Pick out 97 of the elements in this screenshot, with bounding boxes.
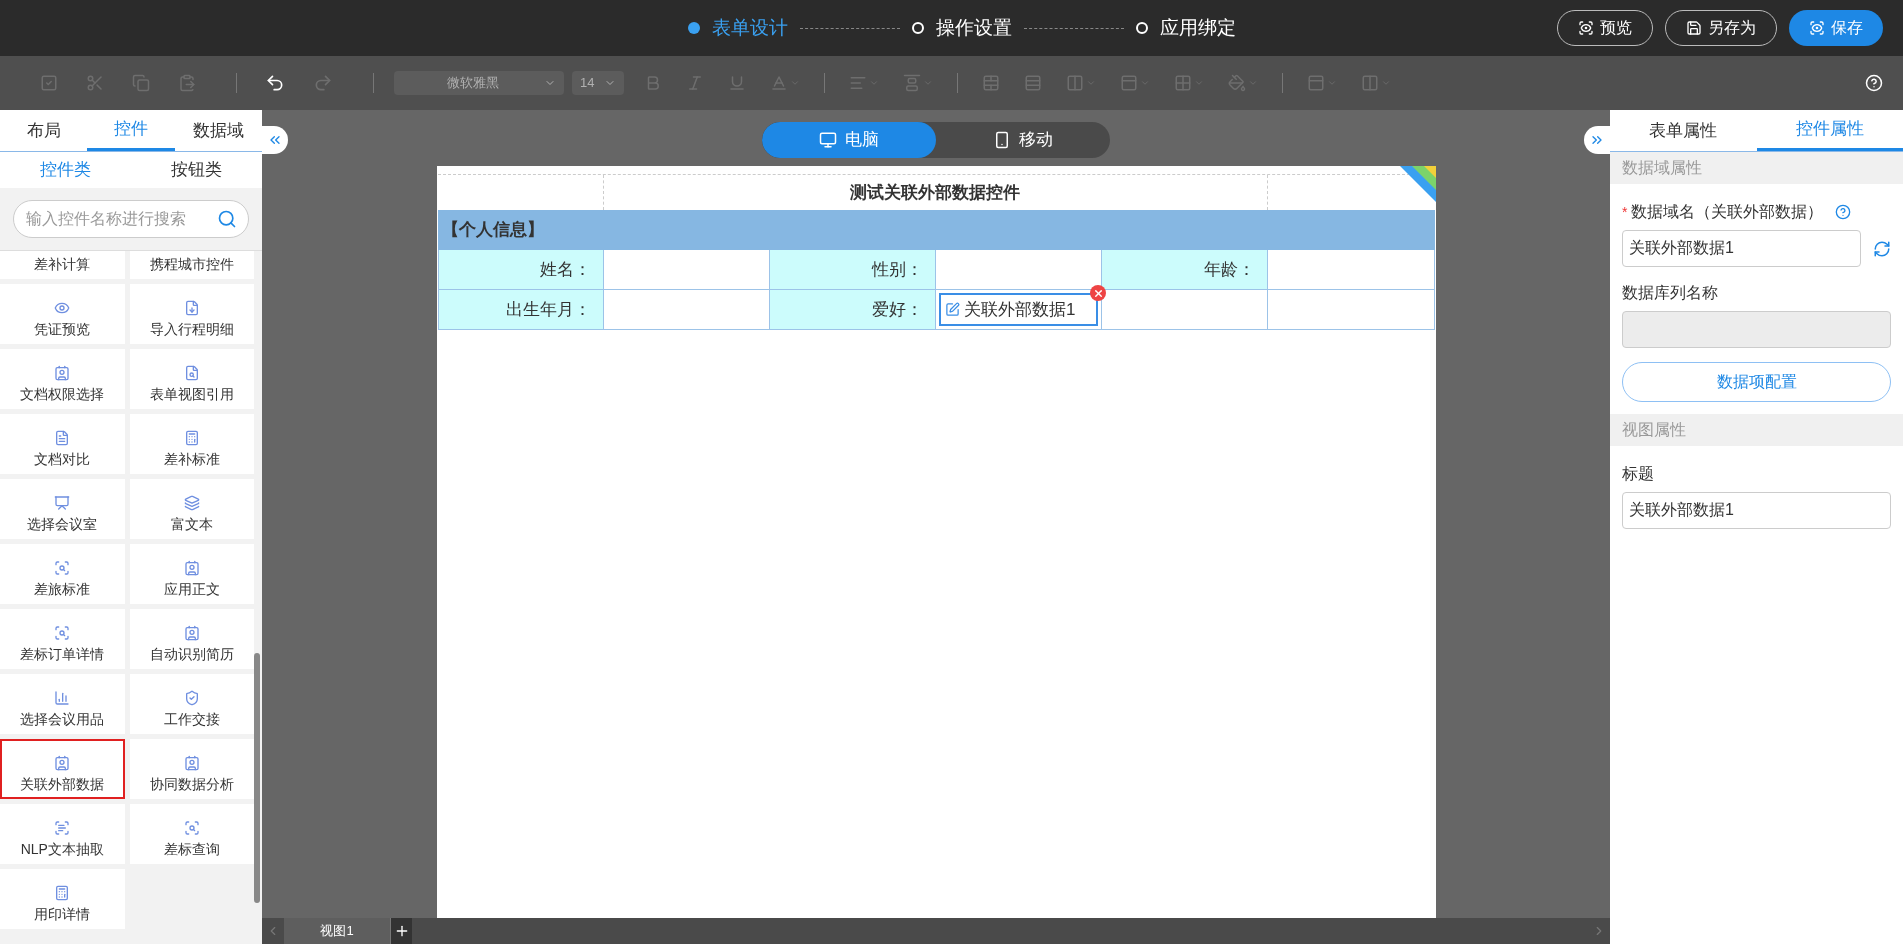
input-cell[interactable] bbox=[1268, 250, 1435, 290]
eye-frame-icon bbox=[1809, 20, 1825, 36]
label-cell: 姓名： bbox=[437, 250, 604, 290]
text-field[interactable]: 关联外部数据1 bbox=[1622, 492, 1891, 529]
bar-chart-icon bbox=[54, 690, 71, 706]
control-item[interactable]: 凭证预览 bbox=[0, 284, 125, 344]
edit-icon bbox=[945, 302, 960, 317]
input-cell[interactable] bbox=[1102, 290, 1269, 330]
text-scan-icon bbox=[54, 820, 71, 836]
eye-icon bbox=[54, 300, 71, 316]
panel-icon bbox=[1361, 74, 1379, 92]
lock-refresh-icon[interactable] bbox=[1873, 239, 1891, 258]
panel-tab[interactable]: 控件 bbox=[87, 110, 175, 151]
control-item[interactable]: 差旅标准 bbox=[0, 544, 125, 604]
label-cell: 出生年月： bbox=[437, 290, 604, 330]
panel-tab[interactable]: 数据域 bbox=[174, 110, 262, 151]
id-card-icon bbox=[183, 755, 200, 771]
align-top-icon bbox=[903, 74, 921, 92]
monitor-icon bbox=[819, 131, 837, 149]
linked-data-control[interactable]: 关联外部数据1 bbox=[939, 293, 1099, 326]
search-field[interactable]: 输入控件名称进行搜索 bbox=[13, 200, 249, 238]
corner-mark bbox=[1399, 166, 1436, 202]
search-frame-icon bbox=[54, 625, 71, 641]
control-item[interactable]: 选择会议用品 bbox=[0, 674, 125, 734]
control-item[interactable]: 差标查询 bbox=[129, 804, 254, 864]
insert-column-icon bbox=[1066, 74, 1084, 92]
control-item[interactable]: 表单视图引用 bbox=[129, 349, 254, 409]
scrollbar[interactable] bbox=[254, 653, 260, 903]
id-card-icon bbox=[183, 625, 200, 641]
input-cell[interactable] bbox=[603, 250, 770, 290]
control-item[interactable]: NLP文本抽取 bbox=[0, 804, 125, 864]
control-item[interactable]: 自动识别简历 bbox=[129, 609, 254, 669]
file-view-icon bbox=[183, 365, 200, 381]
align-left-icon bbox=[849, 74, 867, 92]
control-item[interactable]: 导入行程明细 bbox=[129, 284, 254, 344]
control-item[interactable]: 协同数据分析 bbox=[129, 739, 254, 799]
border-icon bbox=[1174, 74, 1192, 92]
panel-tab[interactable]: 表单属性 bbox=[1610, 110, 1757, 151]
field-label: 数据域名（关联外部数据） bbox=[1631, 202, 1824, 222]
required-mark: * bbox=[1622, 202, 1628, 222]
eye-frame-icon bbox=[1578, 20, 1594, 36]
input-cell[interactable] bbox=[603, 290, 770, 330]
form-title: 测试关联外部数据控件 bbox=[850, 181, 1021, 204]
control-item[interactable]: 关联外部数据 bbox=[0, 739, 125, 799]
control-item[interactable]: 差补计算 bbox=[0, 251, 125, 279]
text-field[interactable]: 关联外部数据1 bbox=[1622, 230, 1861, 267]
remove-icon[interactable] bbox=[1090, 285, 1107, 301]
presentation-icon bbox=[54, 495, 71, 511]
control-item[interactable]: 携程城市控件 bbox=[129, 251, 254, 279]
expand-right-button[interactable] bbox=[1584, 126, 1610, 154]
fill-icon bbox=[1228, 74, 1246, 92]
device-tab[interactable]: 电脑 bbox=[762, 122, 936, 158]
step-tab[interactable]: 操作设置 bbox=[911, 13, 1012, 43]
id-card-icon bbox=[183, 560, 200, 576]
field-label: 数据库列名称 bbox=[1622, 283, 1718, 303]
search-frame-icon bbox=[183, 820, 200, 836]
file-import-icon bbox=[183, 300, 200, 316]
category-tab[interactable]: 按钮类 bbox=[131, 152, 262, 188]
label-cell: 年龄： bbox=[1102, 250, 1269, 290]
calculator-icon bbox=[183, 430, 200, 446]
collapse-left-button[interactable] bbox=[262, 126, 288, 154]
search-frame-icon bbox=[54, 560, 71, 576]
input-cell[interactable] bbox=[1268, 290, 1435, 330]
control-item[interactable]: 文档对比 bbox=[0, 414, 125, 474]
category-tab[interactable]: 控件类 bbox=[0, 152, 131, 188]
save-button[interactable]: 保存 bbox=[1789, 10, 1883, 46]
layers-icon bbox=[183, 495, 200, 511]
control-item[interactable]: 用印详情 bbox=[0, 869, 125, 929]
section-header: 视图属性 bbox=[1622, 420, 1686, 440]
device-tab[interactable]: 移动 bbox=[936, 122, 1110, 158]
label-cell: 爱好： bbox=[769, 290, 936, 330]
help-icon[interactable] bbox=[1835, 204, 1852, 220]
calculator-icon bbox=[54, 885, 71, 901]
control-item[interactable]: 选择会议室 bbox=[0, 479, 125, 539]
control-item[interactable]: 文档权限选择 bbox=[0, 349, 125, 409]
step-tab[interactable]: 表单设计 bbox=[687, 13, 788, 43]
control-item[interactable]: 富文本 bbox=[129, 479, 254, 539]
section-title: 【个人信息】 bbox=[441, 219, 544, 242]
control-item[interactable]: 差补标准 bbox=[129, 414, 254, 474]
shield-icon bbox=[183, 690, 200, 706]
view-tab[interactable]: 视图1 bbox=[284, 918, 390, 944]
field-label: 标题 bbox=[1622, 464, 1654, 484]
document-icon bbox=[54, 430, 71, 446]
label-cell: 性别： bbox=[769, 250, 936, 290]
control-item[interactable]: 应用正文 bbox=[129, 544, 254, 604]
font-color-icon bbox=[770, 74, 788, 92]
id-card-icon bbox=[54, 365, 71, 381]
panel-tab[interactable]: 布局 bbox=[0, 110, 88, 151]
control-item[interactable]: 差标订单详情 bbox=[0, 609, 125, 669]
search-icon[interactable] bbox=[217, 209, 237, 229]
layout-icon bbox=[1307, 74, 1325, 92]
add-view-button[interactable] bbox=[390, 918, 412, 944]
id-card-icon bbox=[54, 755, 71, 771]
step-tab[interactable]: 应用绑定 bbox=[1135, 13, 1236, 43]
phone-icon bbox=[993, 131, 1011, 149]
control-item[interactable]: 工作交接 bbox=[129, 674, 254, 734]
section-header: 数据域属性 bbox=[1622, 158, 1702, 178]
